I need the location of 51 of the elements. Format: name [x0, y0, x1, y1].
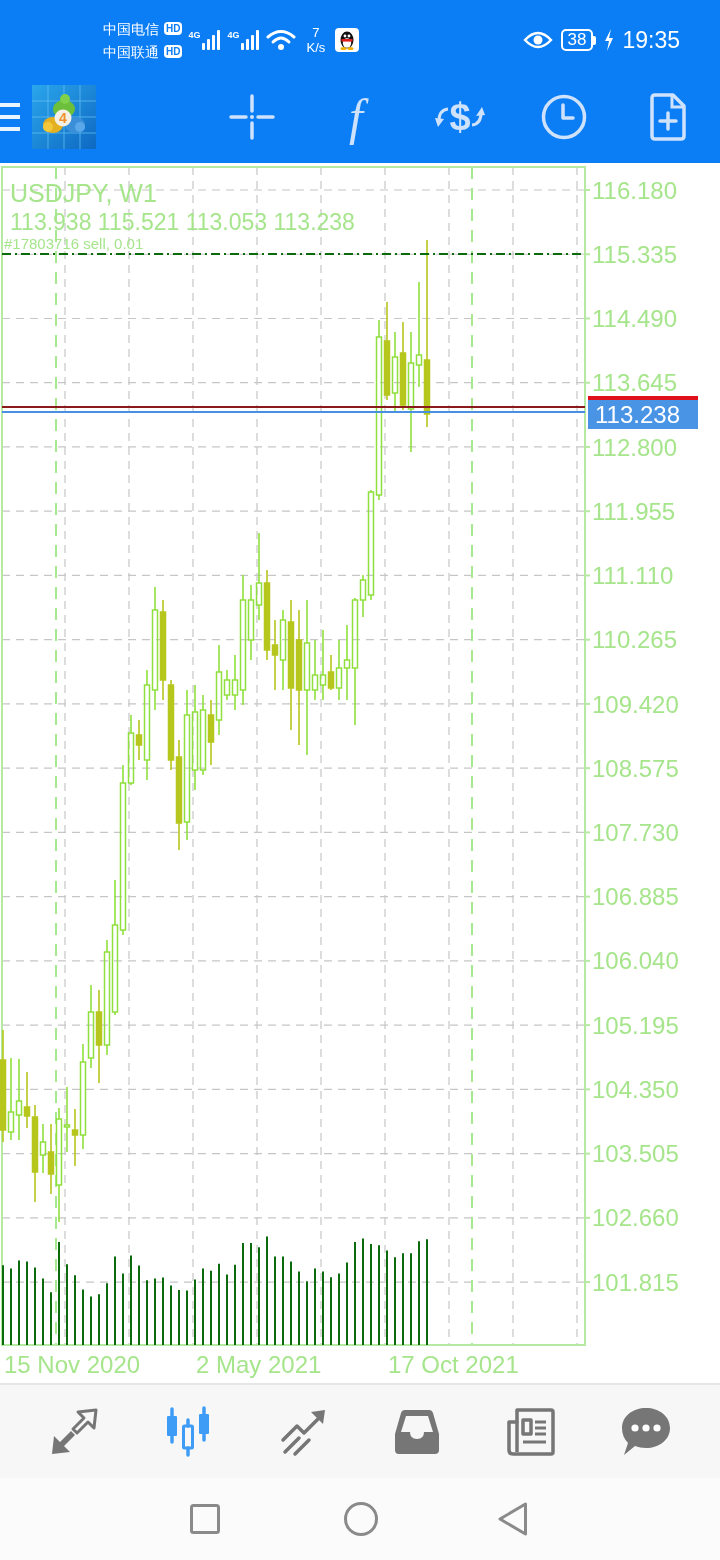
chat-bubble-icon [619, 1405, 672, 1458]
price-axis-label: 111.110 [592, 562, 674, 590]
square-icon[interactable] [190, 1504, 220, 1534]
price-axis-label: 106.040 [592, 947, 679, 975]
hd-indicator: HD [164, 22, 183, 35]
price-axis-label: 113.645 [592, 369, 677, 397]
price-axis-label: 110.265 [592, 626, 677, 654]
crosshair-icon [229, 94, 275, 140]
price-axis-label: 116.180 [592, 176, 677, 204]
trade-button[interactable]: $ [408, 80, 512, 154]
ohlc-values: 113.938 115.521 113.053 113.238 [10, 209, 355, 235]
battery-indicator: 38 [560, 29, 597, 51]
hd-indicator: HD [164, 45, 183, 58]
price-axis-label: 101.815 [592, 1268, 679, 1296]
network-type-label: 4G [188, 30, 201, 40]
price-axis-label: 106.885 [592, 883, 679, 911]
circle-icon[interactable] [344, 1502, 378, 1536]
price-axis-label: 104.350 [592, 1075, 679, 1103]
price-axis-label: 105.195 [592, 1011, 679, 1039]
price-axis-label: 107.730 [592, 819, 679, 846]
price-axis-label: 115.335 [592, 240, 677, 268]
network-speed-unit: K/s [306, 40, 326, 55]
signal-bars-icon [240, 30, 261, 50]
document-plus-icon [650, 93, 686, 141]
app-logo: 4 [32, 85, 96, 149]
time-axis-label: 17 Oct 2021 [388, 1351, 519, 1378]
clock-icon [541, 94, 587, 140]
carrier-name: 中国电信 [103, 19, 159, 38]
time-axis-label: 15 Nov 2020 [4, 1351, 141, 1378]
wifi-icon [266, 29, 297, 51]
clock-time: 19:35 [622, 26, 680, 54]
price-axis-label: 108.575 [592, 754, 679, 782]
time-axis-label: 2 May 2021 [196, 1351, 322, 1378]
menu-icon[interactable] [0, 102, 20, 132]
indicators-button[interactable]: f [304, 80, 408, 154]
price-axis-label: 114.490 [592, 305, 677, 333]
penguin-icon [335, 28, 360, 52]
signal-bars-icon [201, 30, 222, 50]
price-axis-label: 109.420 [592, 690, 679, 718]
newspaper-icon [505, 1405, 558, 1458]
eye-icon [522, 30, 553, 50]
price-axis-label: 112.800 [592, 433, 677, 461]
carrier-name: 中国联通 [103, 42, 159, 61]
network-speed-value: 7 [312, 25, 320, 40]
price-axis-label: 102.660 [592, 1204, 679, 1232]
price-tag: 113.238 [588, 400, 698, 429]
triangle-icon[interactable] [498, 1502, 528, 1536]
network-type-label: 4G [227, 30, 240, 40]
price-axis-label: 111.955 [592, 497, 676, 525]
order-label: #17803716 sell, 0.01 [4, 235, 144, 252]
price-axis-label: 103.505 [592, 1140, 679, 1168]
